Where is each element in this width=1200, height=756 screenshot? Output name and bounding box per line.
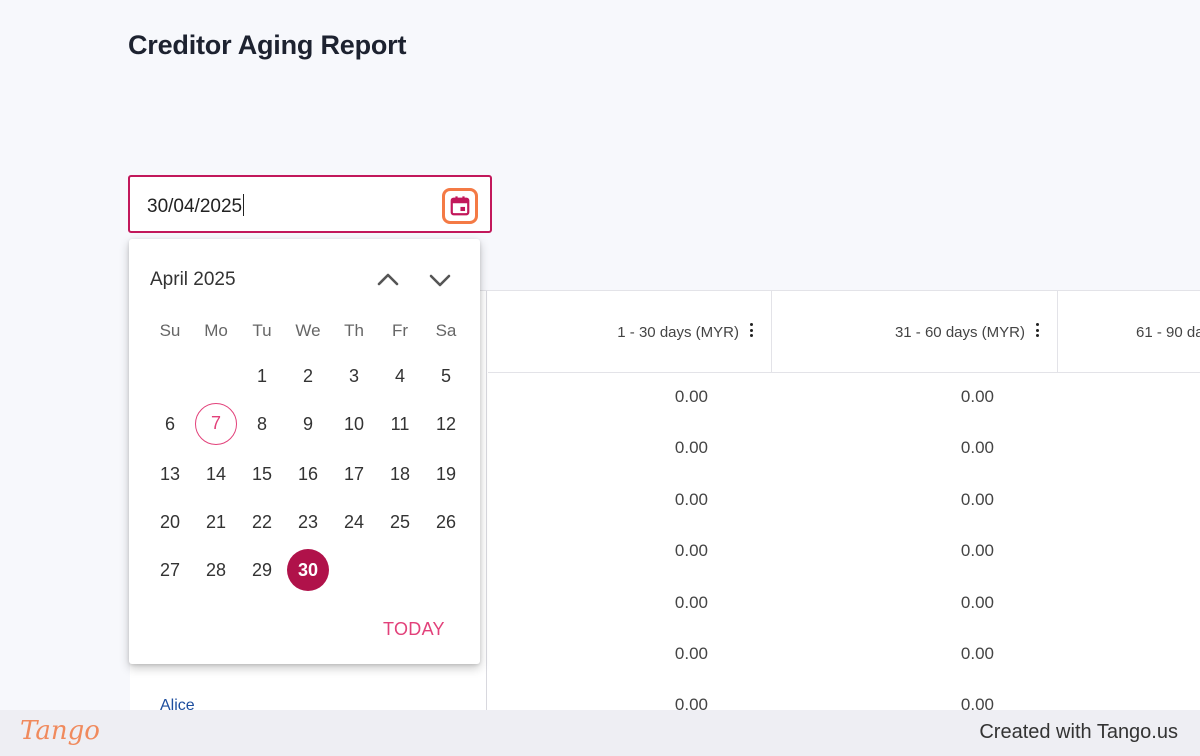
column-label: 61 - 90 days (MYR): [1136, 323, 1200, 341]
calendar-toggle-button[interactable]: [442, 188, 478, 224]
column-label: 1 - 30 days (MYR): [617, 323, 739, 341]
calendar-day[interactable]: 26: [425, 501, 467, 543]
footer-bar: Tango Created with Tango.us: [0, 710, 1200, 756]
calendar-day[interactable]: 27: [149, 549, 191, 591]
tango-logo: Tango: [20, 716, 100, 746]
column-header-1-30[interactable]: 1 - 30 days (MYR): [488, 291, 772, 373]
calendar-day[interactable]: 29: [241, 549, 283, 591]
table-cell: 0.00: [960, 541, 994, 560]
calendar-day[interactable]: 18: [379, 453, 421, 495]
table-cell: 0.00: [674, 387, 708, 406]
calendar-day[interactable]: 13: [149, 453, 191, 495]
calendar-day[interactable]: 10: [333, 403, 375, 445]
table-cell: 0.00: [960, 644, 994, 663]
calendar-day[interactable]: 25: [379, 501, 421, 543]
date-field-value[interactable]: 30/04/2025: [147, 194, 245, 218]
weekday-label: Su: [159, 321, 181, 340]
weekday-label: Sa: [435, 321, 457, 340]
calendar-day[interactable]: 19: [425, 453, 467, 495]
calendar-day[interactable]: 22: [241, 501, 283, 543]
table-cell: 0.00: [674, 490, 708, 509]
calendar-day[interactable]: 7: [195, 403, 237, 445]
text-caret: [243, 194, 245, 216]
table-cell: 0.00: [960, 387, 994, 406]
table-cell: 0.00: [674, 438, 708, 457]
chevron-up-icon[interactable]: [373, 265, 403, 295]
footer-credit: Created with Tango.us: [979, 721, 1178, 743]
calendar-day[interactable]: 14: [195, 453, 237, 495]
calendar-day[interactable]: 20: [149, 501, 191, 543]
weekday-label: Mo: [204, 321, 228, 340]
table-cell: 0.00: [960, 490, 994, 509]
calendar-day[interactable]: 17: [333, 453, 375, 495]
calendar-day[interactable]: 1: [241, 355, 283, 397]
calendar-day[interactable]: 30: [287, 549, 329, 591]
calendar-day[interactable]: 15: [241, 453, 283, 495]
column-header-61-90[interactable]: 61 - 90 days (MYR): [1058, 291, 1200, 373]
table-cell: 0.00: [674, 644, 708, 663]
calendar-day[interactable]: 9: [287, 403, 329, 445]
weekday-label: Fr: [391, 321, 409, 340]
table-header: 1 - 30 days (MYR) 31 - 60 days (MYR) 61 …: [488, 291, 1200, 373]
calendar-month-label[interactable]: April 2025: [150, 269, 236, 291]
calendar-day[interactable]: 12: [425, 403, 467, 445]
weekday-label: Th: [344, 321, 364, 340]
calendar-day[interactable]: 2: [287, 355, 329, 397]
date-field[interactable]: 30/04/2025: [128, 175, 492, 233]
calendar-day[interactable]: 4: [379, 355, 421, 397]
column-menu-icon[interactable]: [1035, 323, 1039, 339]
calendar-day[interactable]: 8: [241, 403, 283, 445]
chevron-down-icon[interactable]: [425, 265, 455, 295]
calendar-day[interactable]: 16: [287, 453, 329, 495]
calendar-day[interactable]: 6: [149, 403, 191, 445]
calendar-day[interactable]: 23: [287, 501, 329, 543]
calendar-day[interactable]: 11: [379, 403, 421, 445]
column-menu-icon[interactable]: [749, 323, 753, 339]
table-cell: 0.00: [960, 438, 994, 457]
date-picker-popup: April 2025 Su Mo Tu We Th Fr Sa 1 2 3 4 5 6 7 8 9 10 11 1…: [129, 239, 480, 664]
table-cell: 0.00: [674, 593, 708, 612]
table-cell: 0.00: [674, 541, 708, 560]
calendar-icon: [450, 196, 470, 216]
column-header-31-60[interactable]: 31 - 60 days (MYR): [772, 291, 1058, 373]
weekday-label: We: [295, 321, 321, 340]
calendar-day[interactable]: 3: [333, 355, 375, 397]
page-title: Creditor Aging Report: [128, 30, 407, 60]
calendar-day[interactable]: 5: [425, 355, 467, 397]
weekday-label: Tu: [252, 321, 272, 340]
today-button[interactable]: TODAY: [383, 619, 445, 640]
column-label: 31 - 60 days (MYR): [894, 323, 1025, 341]
table-cell: 0.00: [960, 593, 994, 612]
calendar-day[interactable]: 28: [195, 549, 237, 591]
calendar-day[interactable]: 21: [195, 501, 237, 543]
calendar-day[interactable]: 24: [333, 501, 375, 543]
